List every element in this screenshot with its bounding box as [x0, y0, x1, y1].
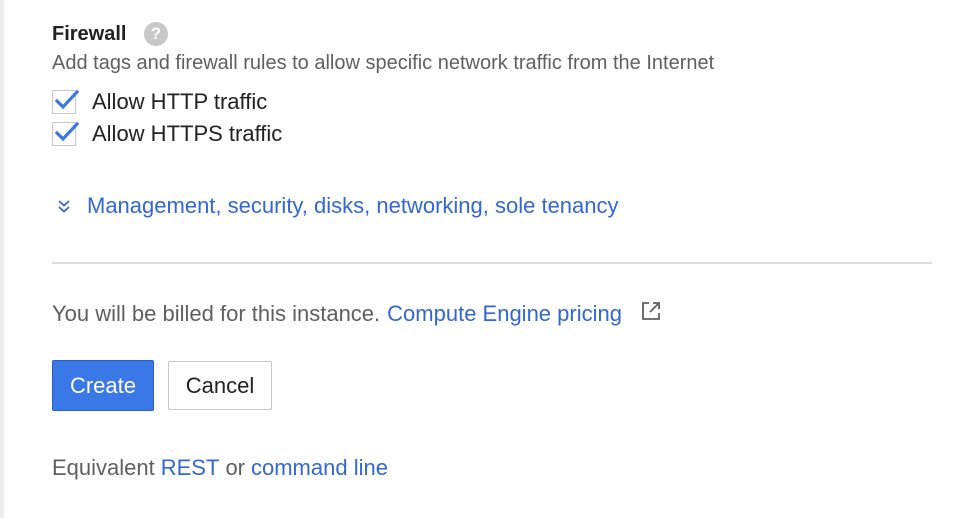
advanced-options-expander[interactable]: Management, security, disks, networking,…: [52, 190, 619, 222]
firewall-heading: Firewall: [52, 23, 127, 45]
checkmark-icon: [54, 121, 80, 142]
help-icon[interactable]: ?: [144, 22, 168, 46]
allow-https-label: Allow HTTPS traffic: [92, 121, 283, 146]
allow-http-label: Allow HTTP traffic: [92, 89, 268, 114]
compute-engine-pricing-link[interactable]: Compute Engine pricing: [387, 301, 622, 327]
billing-notice: You will be billed for this instance. Co…: [52, 298, 662, 330]
advanced-options-link[interactable]: Management, security, disks, networking,…: [87, 190, 619, 222]
allow-https-checkbox[interactable]: [52, 121, 80, 146]
firewall-description: Add tags and firewall rules to allow spe…: [52, 52, 715, 74]
allow-http-checkbox[interactable]: [52, 89, 80, 114]
command-line-link[interactable]: command line: [251, 455, 388, 481]
external-link-icon[interactable]: [640, 300, 662, 322]
allow-https-checkbox-row[interactable]: Allow HTTPS traffic: [52, 119, 282, 149]
double-chevron-down-icon: [58, 200, 70, 213]
billing-text: You will be billed for this instance.: [52, 301, 381, 326]
or-text: or: [225, 455, 245, 480]
equivalent-prefix: Equivalent: [52, 455, 155, 480]
allow-http-checkbox-row[interactable]: Allow HTTP traffic: [52, 87, 267, 117]
section-divider: [52, 262, 932, 264]
rest-link[interactable]: REST: [161, 455, 220, 481]
checkmark-icon: [54, 89, 80, 110]
create-button[interactable]: Create: [52, 360, 154, 411]
panel-left-border: [0, 0, 4, 518]
equivalent-links: Equivalent REST or command line: [52, 452, 388, 484]
cancel-button[interactable]: Cancel: [168, 361, 272, 410]
